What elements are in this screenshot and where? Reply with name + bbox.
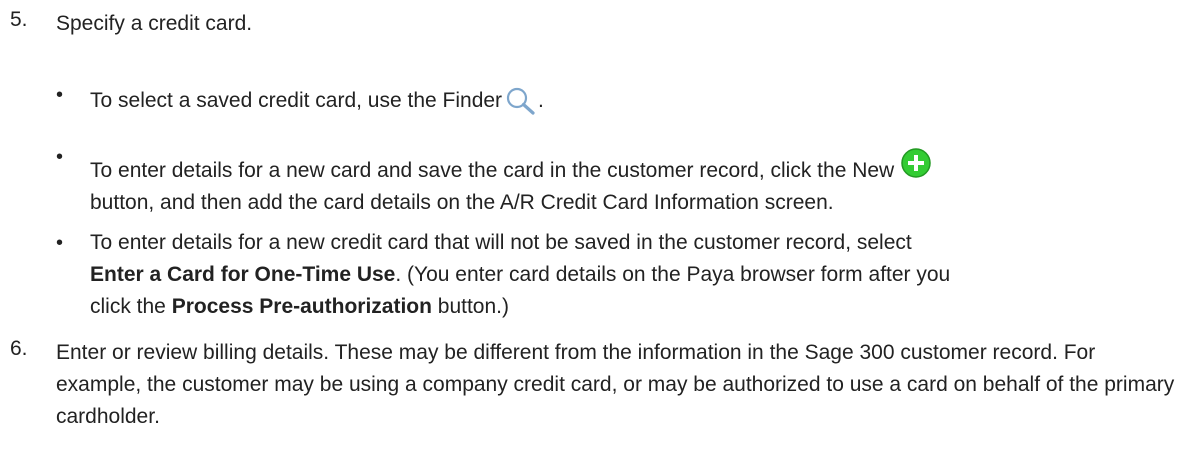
step-number: 5. (10, 8, 28, 31)
bullet-text-part: button, and then add the card details on… (90, 191, 834, 214)
bullet-marker: • (56, 232, 64, 254)
bullet-text: To enter details for a new card and save… (90, 147, 1184, 219)
bullet-marker: • (56, 146, 64, 168)
option-enter-card-one-time: Enter a Card for One-Time Use (90, 263, 396, 286)
bullet-text-part: To enter details for a new card and save… (90, 159, 895, 182)
step-number: 6. (10, 337, 28, 360)
step-text: Enter or review billing details. These m… (56, 341, 1175, 428)
bullet-text: To enter details for a new credit card t… (90, 231, 951, 318)
process-pre-authorization-label: Process Pre-authorization (171, 295, 432, 318)
step-text: Specify a credit card. (56, 12, 253, 35)
bullet-text-part: To select a saved credit card, use the F… (90, 89, 503, 112)
add-circle-icon (900, 147, 932, 179)
bullet-text-part: button.) (431, 295, 509, 318)
search-icon (504, 85, 538, 117)
bullet-text-part: . (You enter card details on the Paya br… (395, 263, 951, 286)
bullet-text: To select a saved credit card, use the F… (90, 85, 1184, 117)
bullet-marker: • (56, 84, 64, 106)
bullet-text-part: To enter details for a new credit card t… (90, 231, 912, 254)
bullet-text-part: . (538, 89, 544, 112)
help-page: { "steps": [ { "number": "5.", "text": "… (0, 0, 1197, 449)
